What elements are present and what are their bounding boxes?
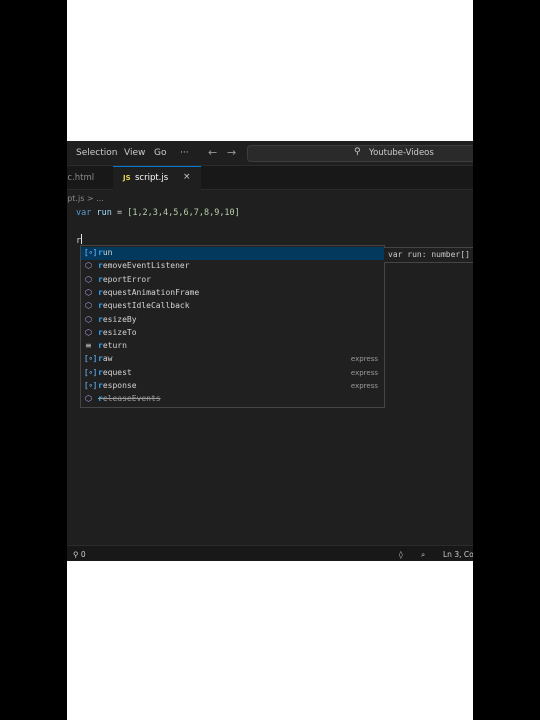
details-signature: var run: number[]	[388, 250, 470, 259]
suggestion-label: requestAnimationFrame	[98, 287, 200, 297]
suggestion-details: var run: number[]	[384, 247, 473, 263]
suggestion-item[interactable]: [∘] response express	[81, 380, 384, 393]
problems-indicator[interactable]: ⚲ 0	[73, 550, 86, 559]
method-icon: ⬡	[85, 261, 92, 271]
suggestion-label: response	[98, 381, 137, 390]
suggestion-item[interactable]: [∘] request express	[81, 367, 384, 380]
menu-view[interactable]: View	[124, 148, 145, 158]
suggestion-label: resizeBy	[98, 314, 137, 324]
suggestion-item[interactable]: ⬡ requestAnimationFrame	[81, 287, 384, 300]
editor-window: Selection View Go ··· ← → ⚲ Youtube-Vide…	[67, 141, 473, 561]
suggestion-label: run	[98, 248, 113, 257]
suggestion-label: request	[98, 367, 132, 377]
zoom-icon[interactable]: ⌕	[421, 550, 425, 560]
method-icon: ⬡	[85, 394, 92, 404]
suggestion-item[interactable]: ⬡ resizeBy	[81, 314, 384, 327]
suggestion-label: raw	[98, 354, 113, 364]
suggestion-label: reportError	[98, 274, 151, 284]
forward-arrow-icon[interactable]: →	[227, 146, 236, 159]
suggestion-label: removeEventListener	[98, 261, 190, 271]
suggestion-label: releaseEvents	[98, 394, 161, 404]
tab-bar: ic.html JS script.js ×	[67, 166, 473, 190]
identifier-run: run	[96, 208, 112, 218]
tab-label: ic.html	[67, 173, 95, 183]
method-icon: ⬡	[85, 314, 92, 324]
suggestion-widget: [∘] run ⬡ removeEventListener ⬡ reportError ⬡ r…	[80, 245, 385, 408]
suggestion-label: resizeTo	[98, 327, 137, 337]
tab-index-html[interactable]: ic.html	[67, 166, 111, 189]
menu-go[interactable]: Go	[154, 148, 166, 158]
cursor-position[interactable]: Ln 3, Co	[443, 550, 473, 559]
breadcrumb[interactable]: ipt.js > ...	[67, 194, 104, 203]
suggestion-item[interactable]: ≡ return	[81, 340, 384, 353]
javascript-file-icon: JS	[123, 174, 131, 182]
suggestion-item[interactable]: [∘] raw express	[81, 353, 384, 366]
array-literal: [1,2,3,4,5,6,7,8,9,10]	[127, 208, 240, 218]
suggestion-source: express	[350, 382, 378, 390]
variable-icon: [∘]	[85, 248, 97, 257]
method-icon: ⬡	[85, 287, 92, 297]
suggestion-item[interactable]: ⬡ releaseEvents	[81, 393, 384, 406]
magnifier-icon: ⚲	[354, 147, 361, 157]
suggestion-label: requestIdleCallback	[98, 301, 190, 311]
text-cursor	[81, 234, 83, 244]
suggestion-item[interactable]: ⬡ removeEventListener	[81, 260, 384, 273]
operator-assign: =	[111, 208, 128, 218]
back-arrow-icon[interactable]: ←	[208, 146, 217, 159]
tab-script-js[interactable]: JS script.js ×	[113, 166, 201, 190]
video-frame: Selection View Go ··· ← → ⚲ Youtube-Vide…	[67, 0, 473, 720]
code-line-1[interactable]: var run = [1,2,3,4,5,6,7,8,9,10]	[76, 208, 240, 218]
workspace-name: Youtube-Videos	[369, 148, 434, 158]
command-center-search[interactable]: ⚲ Youtube-Videos	[247, 145, 473, 162]
keyword-var: var	[76, 208, 92, 218]
status-bar: ⚲ 0 ◊ ⌕ Ln 3, Co	[67, 545, 473, 561]
close-icon[interactable]: ×	[183, 172, 191, 182]
keyword-icon: ≡	[85, 341, 92, 351]
method-icon: ⬡	[85, 301, 92, 311]
tab-label: script.js	[135, 173, 169, 183]
method-icon: ⬡	[85, 274, 92, 284]
suggestion-label: return	[98, 341, 127, 351]
suggestion-source: express	[350, 368, 378, 377]
menu-selection[interactable]: Selection	[76, 148, 117, 158]
variable-icon: [∘]	[85, 354, 97, 364]
suggestion-item[interactable]: ⬡ reportError	[81, 274, 384, 287]
title-bar: Selection View Go ··· ← → ⚲ Youtube-Vide…	[67, 141, 473, 166]
variable-icon: [∘]	[85, 367, 97, 377]
suggestion-source: express	[350, 355, 378, 364]
copilot-icon[interactable]: ◊	[399, 550, 403, 559]
suggestion-item[interactable]: ⬡ requestIdleCallback	[81, 300, 384, 313]
suggestion-item[interactable]: ⬡ resizeTo	[81, 327, 384, 340]
menu-more[interactable]: ···	[180, 148, 189, 158]
suggestion-item[interactable]: [∘] run	[81, 247, 384, 260]
method-icon: ⬡	[85, 327, 92, 337]
variable-icon: [∘]	[85, 381, 97, 390]
